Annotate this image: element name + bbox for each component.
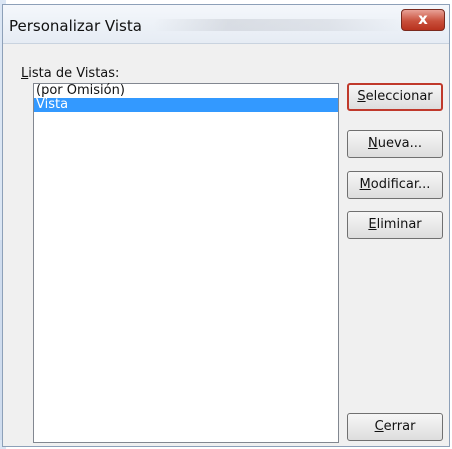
delete-button[interactable]: Eliminar [347, 211, 443, 239]
list-item-vista[interactable]: Vista [34, 98, 338, 112]
list-item-por-omision[interactable]: (por Omisión) [34, 84, 338, 98]
modify-button[interactable]: Modificar... [347, 171, 443, 199]
title-bar: Personalizar Vista x [3, 5, 449, 44]
personalizar-vista-dialog: Personalizar Vista x Lista de Vistas: (p… [2, 4, 450, 447]
title-bar-blur [153, 19, 403, 31]
dialog-title: Personalizar Vista [9, 17, 142, 35]
close-icon: x [418, 10, 428, 28]
close-button[interactable]: Cerrar [347, 413, 443, 441]
close-window-button[interactable]: x [401, 9, 445, 31]
views-listbox[interactable]: (por Omisión) Vista [33, 83, 339, 443]
new-button[interactable]: Nueva... [347, 130, 443, 158]
select-button[interactable]: Seleccionar [347, 83, 443, 111]
views-list-label: Lista de Vistas: [21, 66, 120, 81]
